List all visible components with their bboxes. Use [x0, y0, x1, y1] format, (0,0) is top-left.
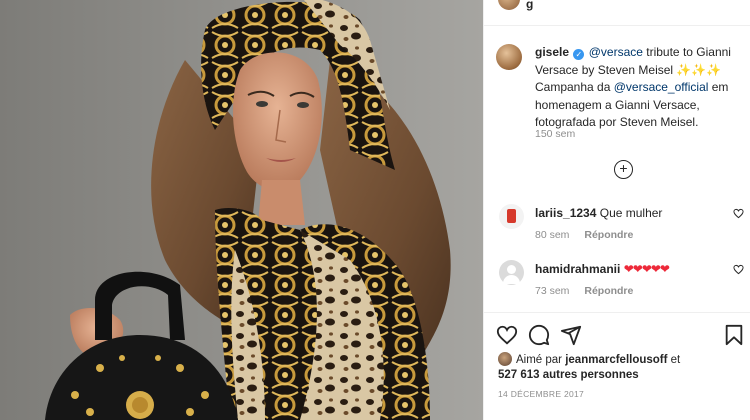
header-avatar[interactable]: [498, 0, 520, 10]
liker-avatar[interactable]: [498, 352, 512, 366]
comment-text: lariis_1234 Que mulher: [535, 206, 662, 220]
caption-text-part: Campanha da: [535, 80, 614, 94]
divider: [484, 312, 750, 313]
comment-avatar[interactable]: [499, 260, 524, 285]
comment-meta: 73 sem Répondre: [535, 285, 633, 297]
post-actions: [496, 324, 746, 348]
comment-username[interactable]: hamidrahmanii: [535, 262, 620, 276]
caption-username[interactable]: gisele: [535, 45, 569, 59]
comment-body: ❤❤❤❤❤: [623, 262, 670, 276]
comment-body: Que mulher: [599, 206, 663, 220]
reply-button[interactable]: Répondre: [584, 229, 633, 241]
instagram-post: g gisele ✓ @versace tribute to Gianni Ve…: [0, 0, 750, 420]
comment-icon[interactable]: [528, 324, 550, 346]
caption-avatar[interactable]: [496, 44, 522, 70]
post-date[interactable]: 14 DÉCEMBRE 2017: [498, 389, 584, 399]
plus-circle-icon[interactable]: +: [614, 160, 633, 179]
liker-username[interactable]: jeanmarcfellousoff: [565, 354, 667, 366]
mention-versace-official[interactable]: @versace_official: [614, 80, 709, 94]
post-side-panel: g gisele ✓ @versace tribute to Gianni Ve…: [483, 0, 750, 420]
comment-text: hamidrahmanii ❤❤❤❤❤: [535, 262, 670, 276]
share-icon[interactable]: [560, 324, 582, 346]
heart-icon[interactable]: [733, 264, 744, 275]
mention-versace[interactable]: @versace: [589, 45, 643, 59]
heart-icon[interactable]: [733, 208, 744, 219]
comment-username[interactable]: lariis_1234: [535, 206, 596, 220]
header-username[interactable]: g: [526, 0, 533, 11]
post-header: g: [484, 0, 750, 26]
heart-icon[interactable]: [496, 324, 518, 346]
caption-timestamp: 150 sem: [535, 128, 576, 140]
comment-time: 73 sem: [535, 285, 570, 297]
comment-time: 80 sem: [535, 229, 570, 241]
reply-button[interactable]: Répondre: [584, 285, 633, 297]
comment-meta: 80 sem Répondre: [535, 229, 633, 241]
likes-summary: Aimé par jeanmarcfellousoff et 527 613 a…: [498, 352, 748, 383]
caption-text: gisele ✓ @versace tribute to Gianni Vers…: [535, 44, 745, 132]
photo-illustration: [45, 0, 451, 420]
comment-avatar[interactable]: [499, 204, 524, 229]
likes-count[interactable]: 527 613 autres personnes: [498, 369, 639, 381]
bookmark-icon[interactable]: [723, 324, 745, 346]
verified-badge-icon: ✓: [573, 49, 585, 60]
sparkles-emoji: ✨✨✨: [676, 62, 722, 77]
likes-prefix: Aimé par: [516, 354, 566, 366]
post-photo[interactable]: [0, 0, 483, 420]
likes-conjunction: et: [667, 354, 681, 366]
